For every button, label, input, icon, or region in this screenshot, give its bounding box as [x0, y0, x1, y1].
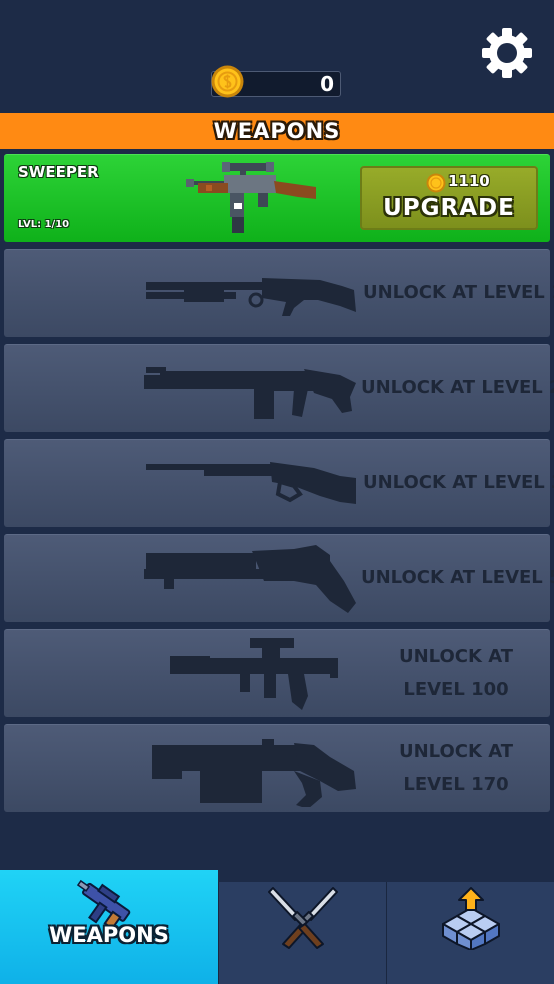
weapon-card-locked[interactable]: UNLOCK AT LEVEL 10 [4, 249, 554, 337]
unlock-requirement: UNLOCK AT LEVEL 30 [363, 472, 554, 493]
upgrade-button[interactable]: 1110 UPGRADE [360, 166, 538, 230]
weapon-level: LVL: 1/10 [18, 219, 70, 230]
weapon-name: SWEEPER [18, 163, 99, 181]
assault-rifle-silhouette-icon [170, 638, 338, 710]
rifle-silhouette-icon [144, 367, 356, 419]
gear-icon[interactable] [481, 27, 533, 79]
weapon-card-locked[interactable]: UNLOCK AT LEVEL 170 [4, 724, 550, 812]
sniper-rifle-icon [186, 162, 316, 233]
coin-amount: 0 [320, 72, 334, 96]
weapon-card-locked[interactable]: UNLOCK AT LEVEL 50 [4, 534, 554, 622]
pump-shotgun-silhouette-icon [144, 545, 356, 613]
upgrade-cost: 1110 [448, 172, 490, 190]
upgrade-label: UPGRADE [383, 195, 515, 221]
page-title: WEAPONS [213, 119, 341, 143]
title-bar: WEAPONS [0, 113, 554, 149]
weapon-card-locked[interactable]: UNLOCK AT LEVEL 30 [4, 439, 554, 527]
upgrade-blocks-icon [442, 887, 500, 950]
unlock-requirement: UNLOCK AT LEVEL 100 [398, 646, 514, 700]
unlock-requirement: UNLOCK AT LEVEL 10 [363, 282, 554, 303]
lever-rifle-silhouette-icon [146, 462, 356, 504]
unlock-requirement: UNLOCK AT LEVEL 20 [361, 377, 554, 398]
tab-weapons[interactable]: WEAPONS [0, 870, 218, 984]
weapon-card-locked[interactable]: UNLOCK AT LEVEL 100 [4, 629, 550, 717]
coin-icon [426, 173, 446, 193]
unlock-requirement: UNLOCK AT LEVEL 170 [398, 741, 514, 795]
coin-icon [211, 65, 244, 98]
shotgun-silhouette-icon [146, 278, 356, 316]
weapon-card-active[interactable]: SWEEPER LVL: 1/10 1110 UPGRADE [4, 154, 550, 242]
weapon-card-locked[interactable]: UNLOCK AT LEVEL 20 [4, 344, 554, 432]
launcher-silhouette-icon [152, 739, 356, 807]
unlock-requirement: UNLOCK AT LEVEL 50 [361, 567, 554, 588]
tab-melee[interactable] [218, 882, 386, 984]
crossed-knives-icon [268, 887, 338, 949]
tab-weapons-label: WEAPONS [49, 923, 169, 947]
bottom-nav: WEAPONS [0, 870, 554, 984]
tab-upgrades[interactable] [386, 882, 554, 984]
